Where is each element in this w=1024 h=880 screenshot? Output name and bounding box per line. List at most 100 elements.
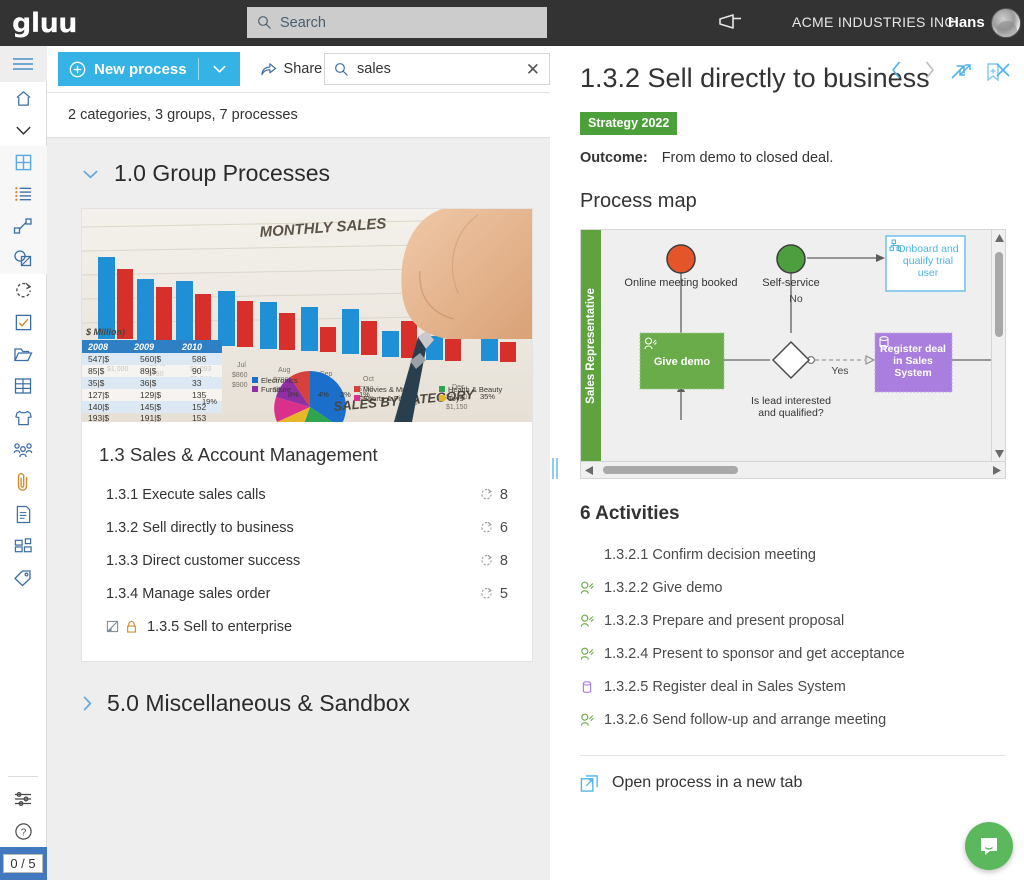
top-bar: gluu Search ACME INDUSTRIES INC. Hans (0, 0, 1024, 46)
sidebar-item-activities[interactable] (0, 274, 47, 306)
sidebar-item-library[interactable] (0, 370, 47, 402)
panel-splitter[interactable] (551, 46, 560, 880)
map-horizontal-scrollbar[interactable] (581, 460, 1005, 478)
map-vscroll-thumb[interactable] (995, 251, 1003, 337)
svg-text:?: ? (20, 827, 26, 838)
company-name: ACME INDUSTRIES INC. (792, 14, 960, 30)
activity-row[interactable]: 1.3.2.3 Prepare and present proposal (580, 605, 1024, 638)
process-map-canvas[interactable]: Online meeting booked Self-service No Gi… (602, 229, 991, 462)
svg-text:191|$: 191|$ (140, 413, 161, 422)
sidebar-item-processes[interactable] (0, 146, 47, 178)
svg-text:$1,150: $1,150 (446, 404, 468, 411)
svg-text:36|$: 36|$ (140, 378, 157, 388)
sidebar-item-tags[interactable] (0, 562, 47, 594)
chevron-down-icon[interactable] (81, 168, 100, 180)
svg-text:Toys: Toys (448, 394, 464, 403)
svg-text:Electronics: Electronics (261, 376, 298, 385)
svg-text:8%: 8% (288, 390, 299, 399)
process-row[interactable]: 1.3.2 Sell directly to business 6 (82, 511, 532, 544)
menu-toggle-button[interactable] (0, 46, 47, 82)
detail-header: 1.3.2 Sell directly to business Strategy… (560, 46, 1024, 166)
sidebar-item-collapse[interactable] (0, 114, 47, 146)
svg-text:2009: 2009 (133, 342, 154, 352)
svg-text:35%: 35% (480, 392, 495, 401)
sidebar-item-folders[interactable] (0, 338, 47, 370)
activities-list: 1.3.2.1 Confirm decision meeting 1.3.2.2… (580, 539, 1024, 737)
chevron-right-icon[interactable] (81, 694, 93, 713)
list-search-input[interactable]: sales ✕ (324, 53, 550, 85)
map-hscroll-thumb[interactable] (603, 465, 738, 474)
activity-row[interactable]: 1.3.2.6 Send follow-up and arrange meeti… (580, 704, 1024, 737)
global-search-input[interactable]: Search (247, 7, 547, 38)
activity-row[interactable]: 1.3.2.4 Present to sponsor and get accep… (580, 638, 1024, 671)
rail-divider (8, 776, 38, 777)
next-button[interactable] (923, 60, 936, 80)
process-activity-count: 8 (480, 553, 508, 569)
scroll-right-icon[interactable] (993, 465, 1001, 475)
activity-row[interactable]: 1.3.2.5 Register deal in Sales System (580, 671, 1024, 704)
svg-text:$860: $860 (232, 372, 248, 379)
sidebar-item-settings[interactable] (0, 783, 47, 815)
process-row[interactable]: 1.3.4 Manage sales order 5 (82, 577, 532, 610)
outcome-label: Outcome: (580, 149, 648, 166)
close-button[interactable] (994, 61, 1012, 79)
scroll-down-icon[interactable] (995, 449, 1004, 458)
category-title: 1.0 Group Processes (114, 160, 331, 186)
sidebar-item-flow[interactable] (0, 210, 47, 242)
process-row[interactable]: 1.3.1 Execute sales calls 8 (82, 478, 532, 511)
support-chat-button[interactable] (965, 822, 1013, 870)
svg-text:Give demo: Give demo (654, 356, 711, 368)
user-name[interactable]: Hans (948, 14, 985, 31)
list-search-value: sales (357, 61, 391, 77)
sidebar-item-home[interactable] (0, 82, 47, 114)
svg-text:140|$: 140|$ (88, 402, 109, 412)
user-task-icon (580, 614, 604, 629)
activities-heading: 6 Activities (580, 502, 680, 524)
start-event-self-service (776, 244, 806, 274)
group-card: MONTHLY SALES Jul $860 $900 Aug $789 Sep… (81, 208, 533, 662)
expand-button[interactable] (956, 61, 974, 79)
selection-counter[interactable]: 0 / 5 (0, 847, 47, 880)
prev-button[interactable] (890, 60, 903, 80)
sidebar-item-list[interactable] (0, 178, 47, 210)
scroll-left-icon[interactable] (585, 465, 593, 475)
map-vertical-scrollbar[interactable] (991, 229, 1005, 462)
new-process-button[interactable]: New process (58, 52, 240, 86)
sidebar-item-help[interactable]: ? (0, 815, 47, 847)
process-row[interactable]: 1.3.3 Direct customer success 8 (82, 544, 532, 577)
new-process-dropdown-button[interactable] (199, 64, 240, 74)
app-logo[interactable]: gluu (0, 10, 110, 37)
sidebar-item-attachments[interactable] (0, 466, 47, 498)
svg-text:129|$: 129|$ (140, 390, 161, 400)
svg-text:33: 33 (192, 378, 202, 388)
sidebar-item-roles[interactable] (0, 402, 47, 434)
share-icon (260, 61, 277, 77)
user-task-icon (580, 647, 604, 662)
sidebar-item-tasks[interactable] (0, 306, 47, 338)
open-in-new-tab-label: Open process in a new tab (612, 774, 803, 792)
svg-text:547|$: 547|$ (88, 354, 109, 364)
splitter-grip-icon[interactable] (552, 458, 559, 479)
sidebar-item-modules[interactable] (0, 530, 47, 562)
external-link-icon (580, 774, 599, 793)
announcements-icon[interactable] (718, 13, 744, 31)
svg-text:4%: 4% (318, 390, 329, 399)
activity-row[interactable]: 1.3.2.1 Confirm decision meeting (580, 539, 1024, 572)
group-cover-image: MONTHLY SALES Jul $860 $900 Aug $789 Sep… (82, 209, 532, 422)
svg-text:193|$: 193|$ (88, 413, 109, 422)
category-header[interactable]: 1.0 Group Processes (47, 160, 550, 187)
scroll-up-icon[interactable] (995, 233, 1004, 242)
share-button[interactable]: Share (260, 61, 322, 77)
process-map[interactable]: Sales Representative Online meeting book… (580, 228, 1006, 479)
sidebar-item-documents[interactable] (0, 498, 47, 530)
open-in-new-tab-button[interactable]: Open process in a new tab (580, 774, 1024, 793)
sidebar-item-people[interactable] (0, 434, 47, 466)
outcome-text: From demo to closed deal. (661, 149, 834, 166)
activity-title: 1.3.2.3 Prepare and present proposal (604, 613, 845, 630)
sidebar-item-objects[interactable] (0, 242, 47, 274)
clear-search-icon[interactable]: ✕ (526, 60, 540, 80)
avatar[interactable] (991, 8, 1021, 38)
process-row[interactable]: 1.3.5 Sell to enterprise (82, 610, 532, 643)
category-header[interactable]: 5.0 Miscellaneous & Sandbox (47, 690, 550, 717)
activity-row[interactable]: 1.3.2.2 Give demo (580, 572, 1024, 605)
